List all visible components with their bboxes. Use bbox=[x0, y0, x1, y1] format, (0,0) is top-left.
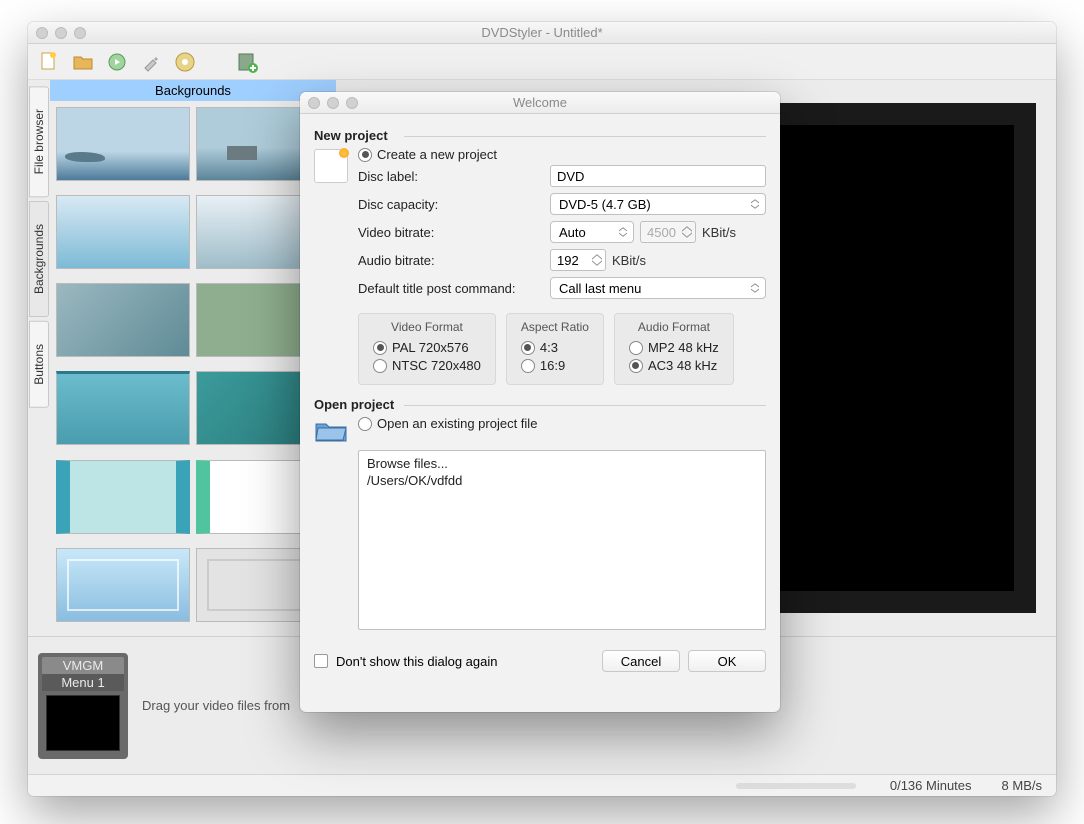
welcome-dialog: Welcome New project Create a new project… bbox=[300, 92, 780, 712]
background-gallery[interactable] bbox=[50, 101, 336, 636]
ar-169-radio[interactable]: 16:9 bbox=[521, 358, 589, 373]
ok-button[interactable]: OK bbox=[688, 650, 766, 672]
tab-backgrounds[interactable]: Backgrounds bbox=[29, 201, 49, 317]
create-new-radio[interactable]: Create a new project bbox=[358, 147, 766, 162]
vf-pal-radio[interactable]: PAL 720x576 bbox=[373, 340, 481, 355]
aspect-ratio-group: Aspect Ratio 4:3 16:9 bbox=[506, 313, 604, 385]
post-command-select[interactable]: Call last menu bbox=[550, 277, 766, 299]
aspect-ratio-title: Aspect Ratio bbox=[521, 320, 589, 334]
burn-button[interactable] bbox=[170, 47, 200, 77]
post-command-label: Default title post command: bbox=[358, 281, 544, 296]
drop-hint: Drag your video files from bbox=[142, 698, 290, 713]
status-rate: 8 MB/s bbox=[1002, 778, 1042, 793]
background-thumb[interactable] bbox=[56, 283, 190, 357]
dialog-minimize-icon bbox=[327, 97, 339, 109]
background-thumb[interactable] bbox=[56, 548, 190, 622]
radio-icon bbox=[358, 148, 372, 162]
recent-file-item[interactable]: /Users/OK/vdfdd bbox=[367, 472, 757, 489]
status-minutes: 0/136 Minutes bbox=[890, 778, 972, 793]
recent-files-list[interactable]: Browse files... /Users/OK/vdfdd bbox=[358, 450, 766, 630]
radio-icon bbox=[373, 341, 387, 355]
radio-icon bbox=[629, 341, 643, 355]
video-format-group: Video Format PAL 720x576 NTSC 720x480 bbox=[358, 313, 496, 385]
tab-file-browser[interactable]: File browser bbox=[29, 86, 49, 197]
video-bitrate-label: Video bitrate: bbox=[358, 225, 544, 240]
disc-label-input[interactable] bbox=[550, 165, 766, 187]
vmgm-label: VMGM bbox=[42, 657, 124, 674]
dialog-zoom-icon bbox=[346, 97, 358, 109]
video-bitrate-input[interactable]: 4500 bbox=[640, 221, 696, 243]
cancel-button[interactable]: Cancel bbox=[602, 650, 680, 672]
disc-capacity-label: Disc capacity: bbox=[358, 197, 544, 212]
video-bitrate-mode[interactable]: Auto bbox=[550, 221, 634, 243]
radio-icon bbox=[521, 341, 535, 355]
new-project-icon bbox=[314, 149, 348, 183]
browse-files-item[interactable]: Browse files... bbox=[367, 455, 757, 472]
open-existing-label: Open an existing project file bbox=[377, 416, 537, 431]
menu1-label: Menu 1 bbox=[42, 674, 124, 691]
side-tabs: File browser Backgrounds Buttons bbox=[28, 80, 50, 636]
video-bitrate-unit: KBit/s bbox=[702, 225, 736, 240]
vf-ntsc-radio[interactable]: NTSC 720x480 bbox=[373, 358, 481, 373]
main-titlebar: DVDStyler - Untitled* bbox=[28, 22, 1056, 44]
add-button[interactable] bbox=[232, 47, 262, 77]
zoom-icon[interactable] bbox=[74, 27, 86, 39]
open-folder-icon bbox=[314, 416, 348, 444]
background-thumb[interactable] bbox=[56, 371, 190, 445]
audio-format-title: Audio Format bbox=[629, 320, 719, 334]
dialog-footer: Don't show this dialog again Cancel OK bbox=[300, 640, 780, 682]
audio-bitrate-label: Audio bitrate: bbox=[358, 253, 544, 268]
audio-bitrate-input[interactable]: 192 bbox=[550, 249, 606, 271]
dont-show-label: Don't show this dialog again bbox=[336, 654, 497, 669]
close-icon[interactable] bbox=[36, 27, 48, 39]
af-ac3-radio[interactable]: AC3 48 kHz bbox=[629, 358, 719, 373]
settings-button[interactable] bbox=[136, 47, 166, 77]
save-button[interactable] bbox=[102, 47, 132, 77]
create-new-label: Create a new project bbox=[377, 147, 497, 162]
open-existing-radio[interactable]: Open an existing project file bbox=[358, 416, 537, 431]
open-button[interactable] bbox=[68, 47, 98, 77]
background-thumb[interactable] bbox=[56, 195, 190, 269]
dialog-close-icon[interactable] bbox=[308, 97, 320, 109]
background-thumb[interactable] bbox=[56, 107, 190, 181]
disc-label-label: Disc label: bbox=[358, 169, 544, 184]
window-title: DVDStyler - Untitled* bbox=[28, 25, 1056, 40]
radio-icon bbox=[373, 359, 387, 373]
radio-icon bbox=[521, 359, 535, 373]
background-thumb[interactable] bbox=[56, 460, 190, 534]
dont-show-checkbox[interactable] bbox=[314, 654, 328, 668]
radio-icon bbox=[358, 417, 372, 431]
audio-format-group: Audio Format MP2 48 kHz AC3 48 kHz bbox=[614, 313, 734, 385]
new-button[interactable] bbox=[34, 47, 64, 77]
minimize-icon[interactable] bbox=[55, 27, 67, 39]
capacity-bar bbox=[736, 783, 856, 789]
statusbar: 0/136 Minutes 8 MB/s bbox=[28, 774, 1056, 796]
gallery-header: Backgrounds bbox=[50, 80, 336, 101]
dialog-title: Welcome bbox=[300, 95, 780, 110]
menu-thumb bbox=[46, 695, 120, 751]
disc-capacity-select[interactable]: DVD-5 (4.7 GB) bbox=[550, 193, 766, 215]
audio-bitrate-unit: KBit/s bbox=[612, 253, 646, 268]
radio-icon bbox=[629, 359, 643, 373]
toolbar bbox=[28, 44, 1056, 80]
menu-card[interactable]: VMGM Menu 1 bbox=[38, 653, 128, 759]
af-mp2-radio[interactable]: MP2 48 kHz bbox=[629, 340, 719, 355]
video-format-title: Video Format bbox=[373, 320, 481, 334]
ar-43-radio[interactable]: 4:3 bbox=[521, 340, 589, 355]
tab-buttons[interactable]: Buttons bbox=[29, 321, 49, 408]
